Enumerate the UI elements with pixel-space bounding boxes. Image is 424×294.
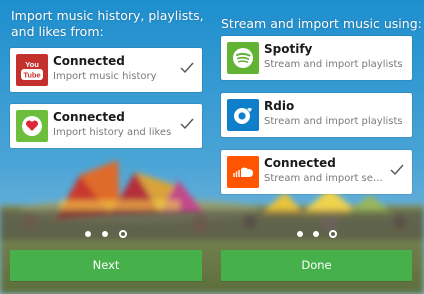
soundcloud-connection-card[interactable]: Connected Stream and import sets…	[221, 150, 412, 194]
page-dot[interactable]	[85, 231, 91, 237]
right-page-indicator	[297, 230, 341, 241]
card-title: Connected	[53, 54, 125, 68]
page-dot[interactable]	[297, 231, 303, 237]
left-page-indicator	[85, 230, 129, 241]
done-button[interactable]: Done	[221, 250, 412, 281]
left-panel-heading: Import music history, playlists, and lik…	[11, 8, 204, 39]
card-subtitle: Stream and import playlists	[264, 116, 403, 127]
card-subtitle: Stream and import playlists	[264, 59, 403, 70]
heart-icon	[16, 110, 48, 142]
card-subtitle: Import music history	[53, 71, 157, 82]
svg-text:You: You	[25, 60, 39, 69]
page-dot[interactable]	[102, 231, 108, 237]
spotify-connection-card[interactable]: Spotify Stream and import playlists	[221, 36, 412, 80]
spotify-icon	[227, 42, 259, 74]
next-button[interactable]: Next	[10, 250, 202, 281]
svg-text:Tube: Tube	[23, 71, 40, 80]
page-dot[interactable]	[313, 231, 319, 237]
card-title: Connected	[264, 156, 336, 170]
heart-connection-card[interactable]: Connected Import history and likes	[10, 104, 202, 148]
card-title: Connected	[53, 110, 125, 124]
checkmark-icon	[180, 62, 194, 74]
card-subtitle: Import history and likes	[53, 127, 172, 138]
checkmark-icon	[390, 164, 404, 176]
card-title: Rdio	[264, 99, 295, 113]
soundcloud-icon	[227, 156, 259, 188]
card-title: Spotify	[264, 42, 313, 56]
right-panel-heading: Stream and import music using:	[221, 16, 422, 31]
card-subtitle: Stream and import sets…	[264, 173, 384, 184]
youtube-icon: You Tube	[16, 54, 48, 86]
checkmark-icon	[180, 118, 194, 130]
rdio-connection-card[interactable]: Rdio Stream and import playlists	[221, 93, 412, 137]
page-dot-active[interactable]	[329, 230, 337, 238]
youtube-connection-card[interactable]: You Tube Connected Import music history	[10, 48, 202, 92]
page-dot-active[interactable]	[119, 230, 127, 238]
rdio-icon	[227, 99, 259, 131]
